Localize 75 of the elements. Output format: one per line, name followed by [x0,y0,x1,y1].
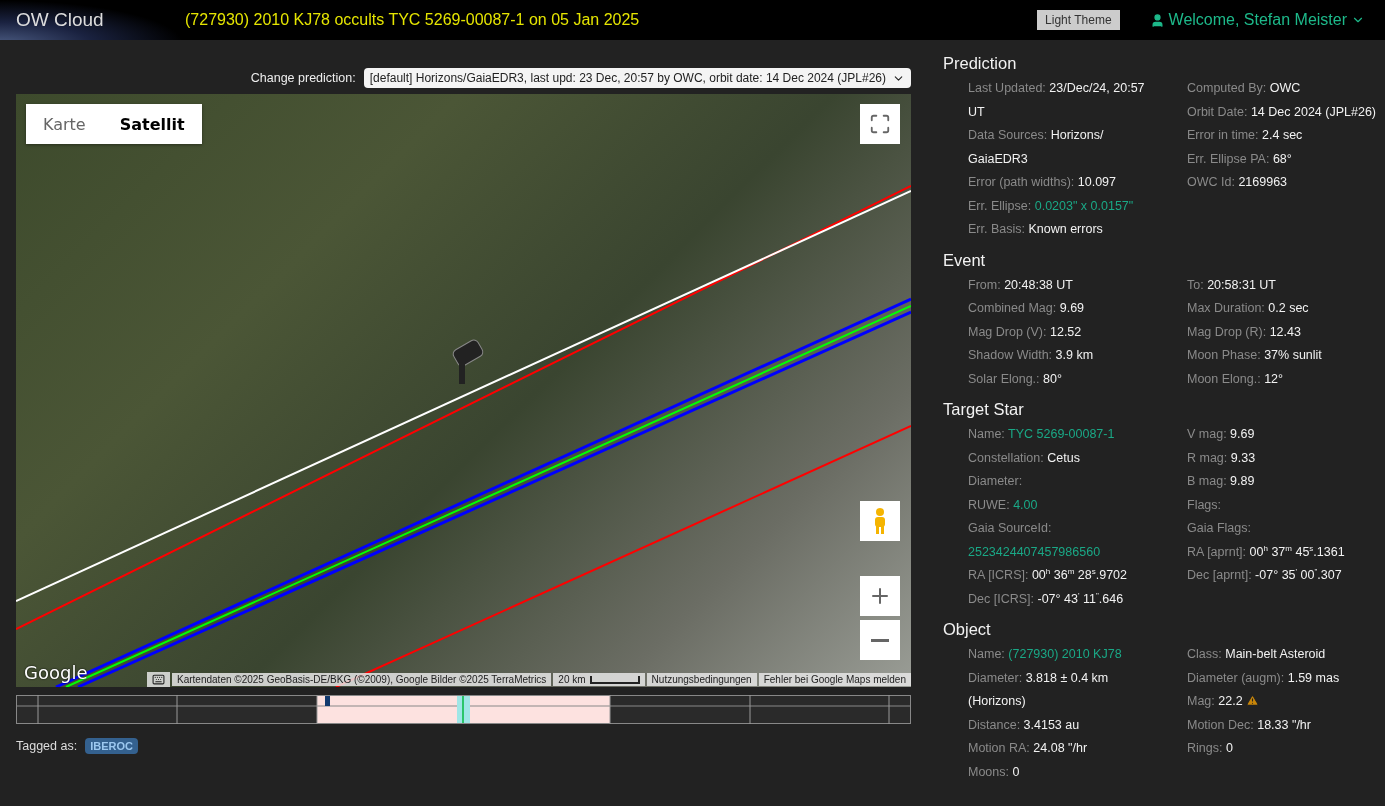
data-field: Mag Drop (R): 12.43 [1187,320,1385,344]
data-field: Err. Ellipse PA: 68° [1187,147,1385,171]
data-field: Flags: [1187,493,1385,517]
section-title: Prediction [943,54,1018,73]
data-field: Last Updated: 23/Dec/24, 20:57 UT [968,77,1148,124]
data-field: B mag: 9.89 [1187,470,1385,494]
map-attribution: Kartendaten ©2025 GeoBasis-DE/BKG (©2009), Google Bilder ©2025 TerraMetrics [172,673,552,686]
scale-label: 20 km [553,673,645,686]
data-field: RA [aprnt]: 00$^{h}$ 37$^{m}$ 45$^{s}$.1361 [1187,540,1385,564]
map-link[interactable]: Nutzungsbedingungen [646,673,757,686]
warning-icon [1246,694,1260,707]
data-field: Moon Elong.: 12° [1187,367,1385,391]
data-field: Mag: 22.2 [1187,690,1385,714]
section-title: Object [943,620,992,639]
data-field: Solar Elong.: 80° [968,367,1148,391]
data-field: Moons: 0 [968,760,1148,784]
data-field: RUWE: 4.00 [968,493,1148,517]
prediction-select[interactable]: [default] Horizons/GaiaEDR3, last upd: 23 Dec, 20:57 by OWC, orbit date: 14 Dec 2024 (JPL#26) [363,68,911,88]
data-field: Error (path widths): 10.097 [968,171,1148,195]
data-field: Diameter: 3.818 ± 0.4 km (Horizons) [968,666,1148,714]
user-icon [1149,12,1165,28]
data-field: Err. Ellipse: 0.0203" x 0.0157" [968,194,1148,218]
map-type-tab[interactable]: Satellit [102,104,202,144]
data-field: V mag: 9.69 [1187,423,1385,447]
data-field: Motion RA: 24.08 "/hr [968,737,1148,761]
data-field: RA [ICRS]: 00$^{h}$ 36$^{m}$ 28$^{s}$.9702 [968,564,1148,588]
fullscreen-button[interactable] [860,104,900,144]
minus-icon [871,638,889,642]
scale-bar-icon [589,675,640,684]
page-title: (727930) 2010 KJ78 occults TYC 5269-00087-1 on 05 Jan 2025 [185,11,641,29]
tags-label: Tagged as: [16,739,78,753]
data-field: Combined Mag: 9.69 [968,297,1148,321]
select-label: Change prediction: [250,71,356,85]
keyboard-icon [152,673,166,686]
data-field: Distance: 3.4153 au [968,713,1148,737]
data-field: OWC Id: 2169963 [1187,171,1385,195]
section-title: Target Star [943,400,1025,419]
data-field: Moon Phase: 37% sunlit [1187,344,1385,368]
data-field: Dec [ICRS]: -07° 43$^{'}$ 11$^{"}$.646 [968,587,1148,611]
data-field: Orbit Date: 14 Dec 2024 (JPL#26) [1187,100,1385,124]
data-field: R mag: 9.33 [1187,446,1385,470]
keyboard-shortcuts-button[interactable] [147,672,171,687]
data-field: Error in time: 2.4 sec [1187,124,1385,148]
data-field: Err. Basis: Known errors [968,218,1148,242]
zoom-in-button[interactable] [860,576,900,616]
observer-pin-icon[interactable] [450,337,486,384]
map-link[interactable]: Fehler bei Google Maps melden [758,673,911,686]
satellite-map-placeholder[interactable]: Karte Satellit Google Kartendaten ©2025 GeoBasis-DE/BKG (©2009), Google Bilder ©2025 TerraMetrics 20 km Nutzungsbedingungen Fehler bei Google Maps melden [16,94,911,687]
data-field: Computed By: OWC [1187,77,1385,101]
data-field: Diameter: [968,470,1148,494]
data-field: Gaia SourceId: 2523424407457986560 [968,517,1148,564]
data-field: Shadow Width: 3.9 km [968,344,1148,368]
data-field: Name: (727930) 2010 KJ78 [968,643,1148,667]
data-field: Dec [aprnt]: -07° 35$^{'}$ 00$^{"}$.307 [1187,564,1385,588]
data-field: Data Sources: Horizons/ GaiaEDR3 [968,124,1148,171]
map-type-tab[interactable]: Karte [26,104,103,144]
data-field: Diameter (augm): 1.59 mas [1187,666,1385,690]
data-field: Constellation: Cetus [968,446,1148,470]
data-field: Mag Drop (V): 12.52 [968,320,1148,344]
data-field: Rings: 0 [1187,737,1385,761]
theme-button[interactable]: Light Theme [1037,10,1120,30]
map-logo: Google [24,662,88,683]
section-title: Event [943,250,987,270]
data-field: From: 20:48:38 UT [968,273,1148,297]
data-field: Max Duration: 0.2 sec [1187,297,1385,321]
data-field: Class: Main-belt Asteroid [1187,643,1385,667]
data-field: To: 20:58:31 UT [1187,273,1385,297]
data-field: Motion Dec: 18.33 "/hr [1187,713,1385,737]
data-field: Gaia Flags: [1187,517,1385,541]
tag-label[interactable]: IBEROC [85,738,138,754]
person-icon [872,507,888,535]
user-menu[interactable]: Welcome, Stefan Meister [1149,11,1365,29]
data-field: Name: TYC 5269-00087-1 [968,423,1148,447]
zoom-out-button[interactable] [860,620,900,660]
fullscreen-icon [869,113,891,135]
